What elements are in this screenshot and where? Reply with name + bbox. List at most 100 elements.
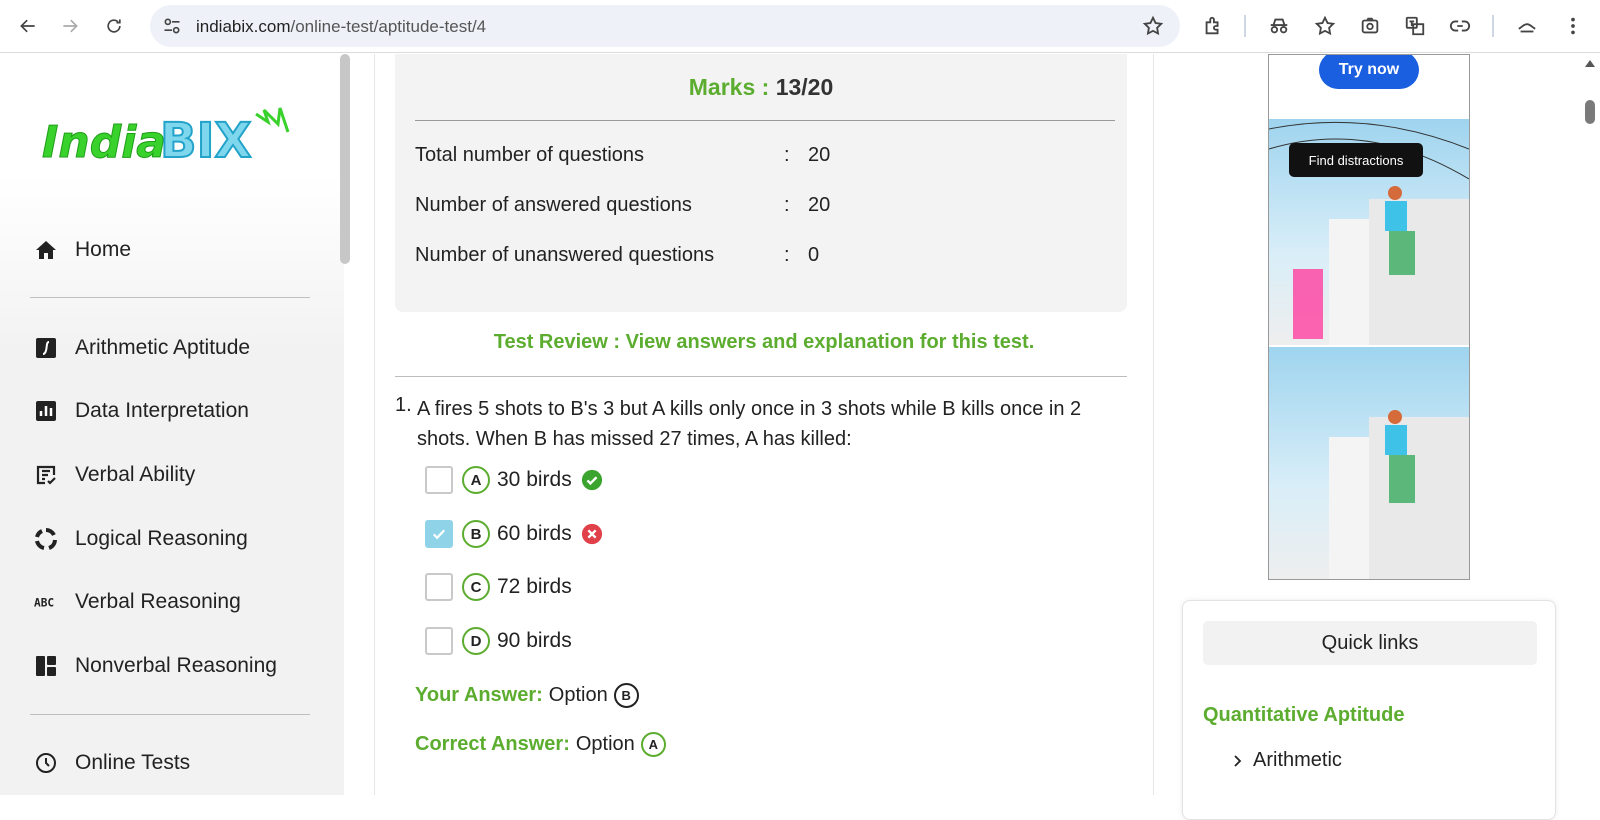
- sidebar-item-verbal-ability[interactable]: Verbal Ability: [32, 455, 195, 495]
- site-info-icon[interactable]: [162, 16, 182, 36]
- option-checkbox[interactable]: [425, 627, 453, 655]
- correct-answer-letter: A: [640, 732, 666, 757]
- quick-links-title: Quick links: [1203, 621, 1537, 665]
- abc-icon: ABC: [32, 588, 60, 616]
- sidebar-item-label: Online Tests: [75, 751, 191, 774]
- reload-icon: [107, 19, 121, 33]
- address-bar[interactable]: indiabix.com/online-test/aptitude-test/4: [150, 5, 1180, 47]
- main-content: Marks : 13/20 Total number of questions …: [374, 54, 1154, 795]
- test-review-link[interactable]: Test Review : View answers and explanati…: [375, 331, 1153, 354]
- clock-icon: [32, 749, 60, 777]
- favorites-icon[interactable]: [1312, 13, 1338, 39]
- svg-text:BIX: BIX: [160, 113, 251, 169]
- question-text: A fires 5 shots to B's 3 but A kills onl…: [417, 398, 1082, 450]
- option-checkbox[interactable]: [425, 520, 453, 548]
- sidebar-scrollbar[interactable]: [340, 54, 350, 264]
- scroll-up-arrow-icon[interactable]: [1585, 60, 1595, 67]
- option-letter: C: [462, 573, 490, 601]
- link-icon[interactable]: [1447, 13, 1473, 39]
- your-answer-label: Your Answer:: [415, 684, 543, 706]
- sidebar-divider: [30, 714, 310, 715]
- quick-links-panel: Quick links Quantitative Aptitude Arithm…: [1182, 600, 1556, 820]
- find-distractions-button[interactable]: Find distractions: [1289, 143, 1423, 177]
- svg-text:India: India: [42, 117, 166, 168]
- bookmark-star-icon[interactable]: [1142, 15, 1164, 37]
- sidebar-item-online-tests[interactable]: Online Tests: [32, 743, 190, 783]
- bar-chart-icon: [32, 397, 60, 425]
- option-letter: A: [462, 466, 490, 494]
- arrow-right-icon: [63, 19, 78, 33]
- sidebar-item-label: Nonverbal Reasoning: [75, 654, 277, 677]
- sidebar-item-data-interpretation[interactable]: Data Interpretation: [32, 391, 249, 431]
- scrollbar-thumb[interactable]: [1585, 100, 1595, 124]
- sidebar-item-verbal-reasoning[interactable]: ABC Verbal Reasoning: [32, 582, 241, 622]
- advertisement[interactable]: Try now Find distractions: [1268, 54, 1470, 580]
- stat-unanswered-questions: Number of unanswered questions : 0: [415, 244, 819, 267]
- option-text: 72 birds: [497, 575, 572, 598]
- sidebar-item-nonverbal-reasoning[interactable]: Nonverbal Reasoning: [32, 646, 277, 686]
- indiabix-logo[interactable]: India BIX: [42, 102, 302, 182]
- check-circle-icon: [581, 469, 602, 491]
- option-checkbox[interactable]: [425, 573, 453, 601]
- stat-label: Number of unanswered questions: [415, 244, 715, 266]
- option-text: 90 birds: [497, 629, 572, 652]
- stat-value: 20: [808, 194, 831, 216]
- ad-image: [1269, 347, 1469, 579]
- ad-image: Find distractions: [1269, 119, 1469, 345]
- profile-avatar-icon[interactable]: [1514, 13, 1540, 39]
- marks-heading: Marks : 13/20: [395, 74, 1127, 101]
- browser-toolbar: indiabix.com/online-test/aptitude-test/4: [0, 0, 1600, 53]
- marks-value: 13/20: [775, 74, 834, 100]
- stat-label: Number of answered questions: [415, 194, 692, 216]
- sidebar-item-label: Home: [75, 238, 132, 261]
- option-checkbox[interactable]: [425, 466, 453, 494]
- sidebar-item-label: Logical Reasoning: [75, 527, 248, 550]
- incognito-icon[interactable]: [1266, 13, 1292, 39]
- your-answer-value: Option: [548, 684, 608, 706]
- option-text: 30 birds: [497, 468, 572, 491]
- translate-icon[interactable]: [1402, 13, 1428, 39]
- stat-colon: :: [784, 144, 790, 166]
- option-c[interactable]: C 72 birds: [425, 571, 572, 603]
- option-d[interactable]: D 90 birds: [425, 625, 572, 657]
- option-letter: D: [462, 627, 490, 655]
- lens-icon[interactable]: [1357, 13, 1383, 39]
- sidebar-item-label: Data Interpretation: [75, 399, 249, 422]
- sidebar-item-logical-reasoning[interactable]: Logical Reasoning: [32, 519, 248, 559]
- menu-kebab-icon[interactable]: [1560, 13, 1586, 39]
- stat-answered-questions: Number of answered questions : 20: [415, 194, 830, 217]
- quick-link-label: Arithmetic: [1253, 749, 1342, 771]
- option-text: 60 birds: [497, 522, 572, 545]
- stat-total-questions: Total number of questions : 20: [415, 144, 830, 167]
- your-answer-letter: B: [613, 683, 639, 708]
- quick-link-arithmetic[interactable]: Arithmetic: [1229, 749, 1342, 772]
- stat-label: Total number of questions: [415, 144, 645, 166]
- option-a[interactable]: A 30 birds: [425, 464, 603, 496]
- back-button[interactable]: [12, 10, 44, 42]
- option-b[interactable]: B 60 birds: [425, 518, 603, 550]
- correct-answer-value: Option: [575, 733, 635, 755]
- cycle-icon: [32, 525, 60, 553]
- sidebar-divider: [30, 297, 310, 298]
- url-text: indiabix.com/online-test/aptitude-test/4: [196, 17, 487, 36]
- sidebar-item-label: Verbal Ability: [75, 463, 196, 486]
- ad-photo-illustration: [1329, 410, 1469, 579]
- stat-colon: :: [784, 194, 790, 216]
- option-letter: B: [462, 520, 490, 548]
- sidebar-item-home[interactable]: Home: [32, 230, 131, 270]
- sidebar-item-label: Arithmetic Aptitude: [75, 336, 251, 359]
- extensions-icon[interactable]: [1200, 13, 1226, 39]
- cross-circle-icon: [581, 523, 602, 545]
- document-check-icon: [32, 461, 60, 489]
- reload-button[interactable]: [98, 10, 130, 42]
- correct-answer: Correct Answer: Option A: [415, 732, 666, 757]
- correct-answer-label: Correct Answer:: [415, 733, 570, 755]
- quick-links-section[interactable]: Quantitative Aptitude: [1203, 704, 1404, 727]
- try-now-button[interactable]: Try now: [1319, 55, 1419, 89]
- page-scrollbar[interactable]: [1580, 54, 1600, 795]
- forward-button[interactable]: [54, 10, 86, 42]
- arrow-left-icon: [20, 19, 35, 33]
- your-answer: Your Answer: Option B: [415, 683, 639, 708]
- stat-value: 0: [808, 244, 820, 266]
- sidebar-item-arithmetic-aptitude[interactable]: Arithmetic Aptitude: [32, 328, 250, 368]
